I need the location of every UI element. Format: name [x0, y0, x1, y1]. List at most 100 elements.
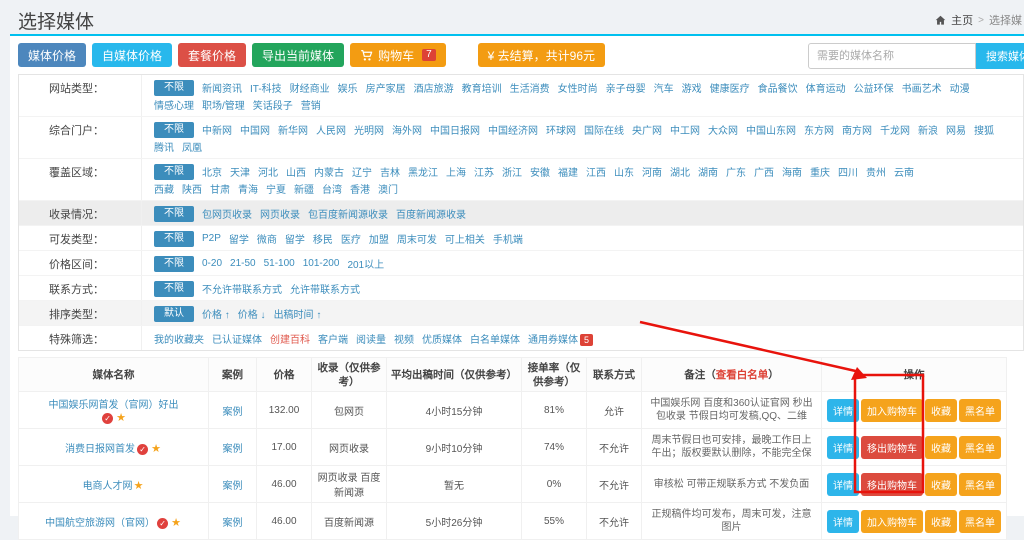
- filter-option[interactable]: 51-100: [264, 258, 295, 269]
- detail-button[interactable]: 详情: [827, 473, 859, 496]
- filter-option[interactable]: 甘肃: [210, 181, 230, 196]
- filter-option[interactable]: 黑龙江: [408, 164, 438, 179]
- filter-option[interactable]: 包百度新闻源收录: [308, 206, 388, 221]
- filter-option[interactable]: 财经商业: [290, 80, 330, 95]
- search-media-button[interactable]: 搜索媒体: [976, 43, 1024, 69]
- filter-option[interactable]: 新华网: [278, 122, 308, 137]
- filter-option[interactable]: 留学: [285, 231, 305, 246]
- filter-option[interactable]: 价格 ↑: [202, 306, 230, 321]
- filter-chip-selected[interactable]: 不限: [154, 164, 194, 180]
- toolbar-button-4[interactable]: 导出当前媒体: [252, 43, 344, 67]
- filter-option[interactable]: 移民: [313, 231, 333, 246]
- media-name-link[interactable]: 电商人才网: [83, 481, 133, 492]
- filter-option[interactable]: 福建: [558, 164, 578, 179]
- filter-chip-selected[interactable]: 不限: [154, 122, 194, 138]
- filter-option[interactable]: 201以上: [347, 256, 384, 271]
- blacklist-button[interactable]: 黑名单: [959, 510, 1001, 533]
- filter-option[interactable]: 不允许带联系方式: [202, 281, 282, 296]
- favorite-button[interactable]: 收藏: [925, 399, 957, 422]
- favorite-button[interactable]: 收藏: [925, 436, 957, 459]
- filter-option[interactable]: P2P: [202, 233, 221, 244]
- filter-option[interactable]: 大众网: [708, 122, 738, 137]
- detail-button[interactable]: 详情: [827, 510, 859, 533]
- filter-chip-selected[interactable]: 不限: [154, 231, 194, 247]
- detail-button[interactable]: 详情: [827, 399, 859, 422]
- filter-option[interactable]: 百度新闻源收录: [396, 206, 466, 221]
- filter-option[interactable]: 手机端: [493, 231, 523, 246]
- media-name-link[interactable]: 消费日报网首发: [65, 444, 135, 455]
- filter-option[interactable]: 海外网: [392, 122, 422, 137]
- filter-option[interactable]: 留学: [229, 231, 249, 246]
- filter-option[interactable]: 出稿时间 ↑: [274, 306, 322, 321]
- filter-option[interactable]: 包网页收录: [202, 206, 252, 221]
- filter-option[interactable]: 安徽: [530, 164, 550, 179]
- filter-option[interactable]: 凤凰: [182, 139, 202, 154]
- filter-option[interactable]: 价格 ↓: [238, 306, 266, 321]
- toolbar-button-1[interactable]: 媒体价格: [18, 43, 86, 67]
- special-filter-option[interactable]: 通用券媒体5: [528, 331, 593, 346]
- add-to-cart-button[interactable]: 加入购物车: [861, 510, 923, 533]
- filter-option[interactable]: 游戏: [682, 80, 702, 95]
- filter-option[interactable]: 搜狐: [974, 122, 994, 137]
- filter-option[interactable]: 香港: [350, 181, 370, 196]
- filter-chip-selected[interactable]: 不限: [154, 281, 194, 297]
- filter-option[interactable]: 东方网: [804, 122, 834, 137]
- filter-option[interactable]: 允许带联系方式: [290, 281, 360, 296]
- case-link[interactable]: 案例: [223, 407, 243, 418]
- filter-option[interactable]: 汽车: [654, 80, 674, 95]
- filter-option[interactable]: 河南: [642, 164, 662, 179]
- special-filter-option[interactable]: 客户端: [318, 331, 348, 346]
- filter-option[interactable]: 海南: [782, 164, 802, 179]
- filter-option[interactable]: 体育运动: [806, 80, 846, 95]
- filter-option[interactable]: 新闻资讯: [202, 80, 242, 95]
- breadcrumb-home[interactable]: 主页: [951, 12, 973, 28]
- toolbar-button-3[interactable]: 套餐价格: [178, 43, 246, 67]
- filter-option[interactable]: 青海: [238, 181, 258, 196]
- filter-option[interactable]: 21-50: [230, 258, 256, 269]
- filter-option[interactable]: 食品餐饮: [758, 80, 798, 95]
- filter-option[interactable]: 教育培训: [462, 80, 502, 95]
- filter-option[interactable]: 情感心理: [154, 97, 194, 112]
- blacklist-button[interactable]: 黑名单: [959, 436, 1001, 459]
- filter-option[interactable]: 中国经济网: [488, 122, 538, 137]
- filter-option[interactable]: 0-20: [202, 258, 222, 269]
- filter-option[interactable]: 新疆: [294, 181, 314, 196]
- filter-option[interactable]: 四川: [838, 164, 858, 179]
- filter-option[interactable]: 台湾: [322, 181, 342, 196]
- filter-option[interactable]: 澳门: [378, 181, 398, 196]
- filter-option[interactable]: 吉林: [380, 164, 400, 179]
- favorite-button[interactable]: 收藏: [925, 473, 957, 496]
- filter-option[interactable]: 新浪: [918, 122, 938, 137]
- filter-option[interactable]: IT-科技: [250, 80, 282, 95]
- filter-option[interactable]: 国际在线: [584, 122, 624, 137]
- filter-option[interactable]: 人民网: [316, 122, 346, 137]
- filter-option[interactable]: 健康医疗: [710, 80, 750, 95]
- filter-option[interactable]: 医疗: [341, 231, 361, 246]
- filter-option[interactable]: 山西: [286, 164, 306, 179]
- detail-button[interactable]: 详情: [827, 436, 859, 459]
- filter-option[interactable]: 网页收录: [260, 206, 300, 221]
- filter-option[interactable]: 女性时尚: [558, 80, 598, 95]
- case-link[interactable]: 案例: [223, 518, 243, 529]
- filter-option[interactable]: 中国山东网: [746, 122, 796, 137]
- special-filter-option[interactable]: 已认证媒体: [212, 331, 262, 346]
- filter-option[interactable]: 湖南: [698, 164, 718, 179]
- remove-from-cart-button[interactable]: 移出购物车: [861, 473, 923, 496]
- filter-option[interactable]: 南方网: [842, 122, 872, 137]
- filter-option[interactable]: 天津: [230, 164, 250, 179]
- filter-option[interactable]: 中工网: [670, 122, 700, 137]
- special-filter-option[interactable]: 阅读量: [356, 331, 386, 346]
- filter-option[interactable]: 职场/管理: [202, 97, 245, 112]
- filter-option[interactable]: 生活消费: [510, 80, 550, 95]
- filter-option[interactable]: 房产家居: [366, 80, 406, 95]
- special-filter-option[interactable]: 我的收藏夹: [154, 331, 204, 346]
- filter-option[interactable]: 书画艺术: [902, 80, 942, 95]
- filter-option[interactable]: 央广网: [632, 122, 662, 137]
- filter-option[interactable]: 酒店旅游: [414, 80, 454, 95]
- filter-option[interactable]: 宁夏: [266, 181, 286, 196]
- filter-option[interactable]: 中国日报网: [430, 122, 480, 137]
- filter-option[interactable]: 辽宁: [352, 164, 372, 179]
- filter-option[interactable]: 公益环保: [854, 80, 894, 95]
- blacklist-button[interactable]: 黑名单: [959, 399, 1001, 422]
- filter-option[interactable]: 腾讯: [154, 139, 174, 154]
